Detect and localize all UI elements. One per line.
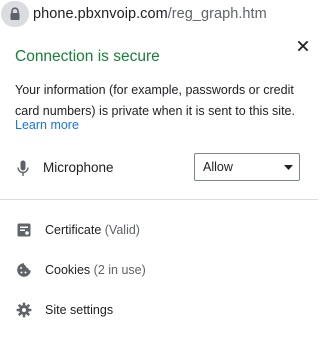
permission-select[interactable]: Allow: [194, 153, 300, 181]
section-divider: [0, 199, 318, 200]
permission-select-value: Allow: [203, 160, 233, 174]
permission-row-microphone: Microphone Allow: [0, 150, 318, 186]
cookies-link[interactable]: Cookies (2 in use): [0, 254, 318, 286]
url-path: /reg_graph.htm: [167, 6, 267, 22]
connection-description: Your information (for example, passwords…: [15, 83, 295, 118]
url-text[interactable]: phone.pbxnvoip.com/reg_graph.htm: [33, 6, 267, 23]
close-button[interactable]: [295, 38, 311, 54]
site-settings-link[interactable]: Site settings: [0, 294, 318, 326]
certificate-text: Certificate: [45, 223, 102, 237]
close-icon: [297, 40, 309, 52]
certificate-status: (Valid): [104, 223, 140, 237]
microphone-icon: [17, 160, 29, 176]
cookie-icon: [17, 263, 31, 277]
connection-status-title: Connection is secure: [15, 48, 160, 65]
dropdown-arrow-icon: [284, 165, 293, 170]
address-bar[interactable]: phone.pbxnvoip.com/reg_graph.htm: [0, 0, 318, 30]
lock-icon: [10, 7, 20, 20]
certificate-label: Certificate (Valid): [45, 223, 140, 237]
page-info-popup: Connection is secure Your information (f…: [0, 30, 318, 337]
cookies-text: Cookies: [45, 263, 91, 277]
site-settings-label: Site settings: [45, 303, 114, 317]
cookies-label: Cookies (2 in use): [45, 263, 146, 277]
permission-label: Microphone: [43, 160, 114, 175]
cookies-count: (2 in use): [93, 263, 146, 277]
site-info-button[interactable]: [1, 1, 29, 27]
learn-more-link[interactable]: Learn more: [15, 117, 79, 133]
certificate-link[interactable]: Certificate (Valid): [0, 214, 318, 246]
gear-icon: [16, 302, 32, 318]
certificate-icon: [17, 223, 31, 237]
url-host: phone.pbxnvoip.com: [33, 6, 168, 22]
